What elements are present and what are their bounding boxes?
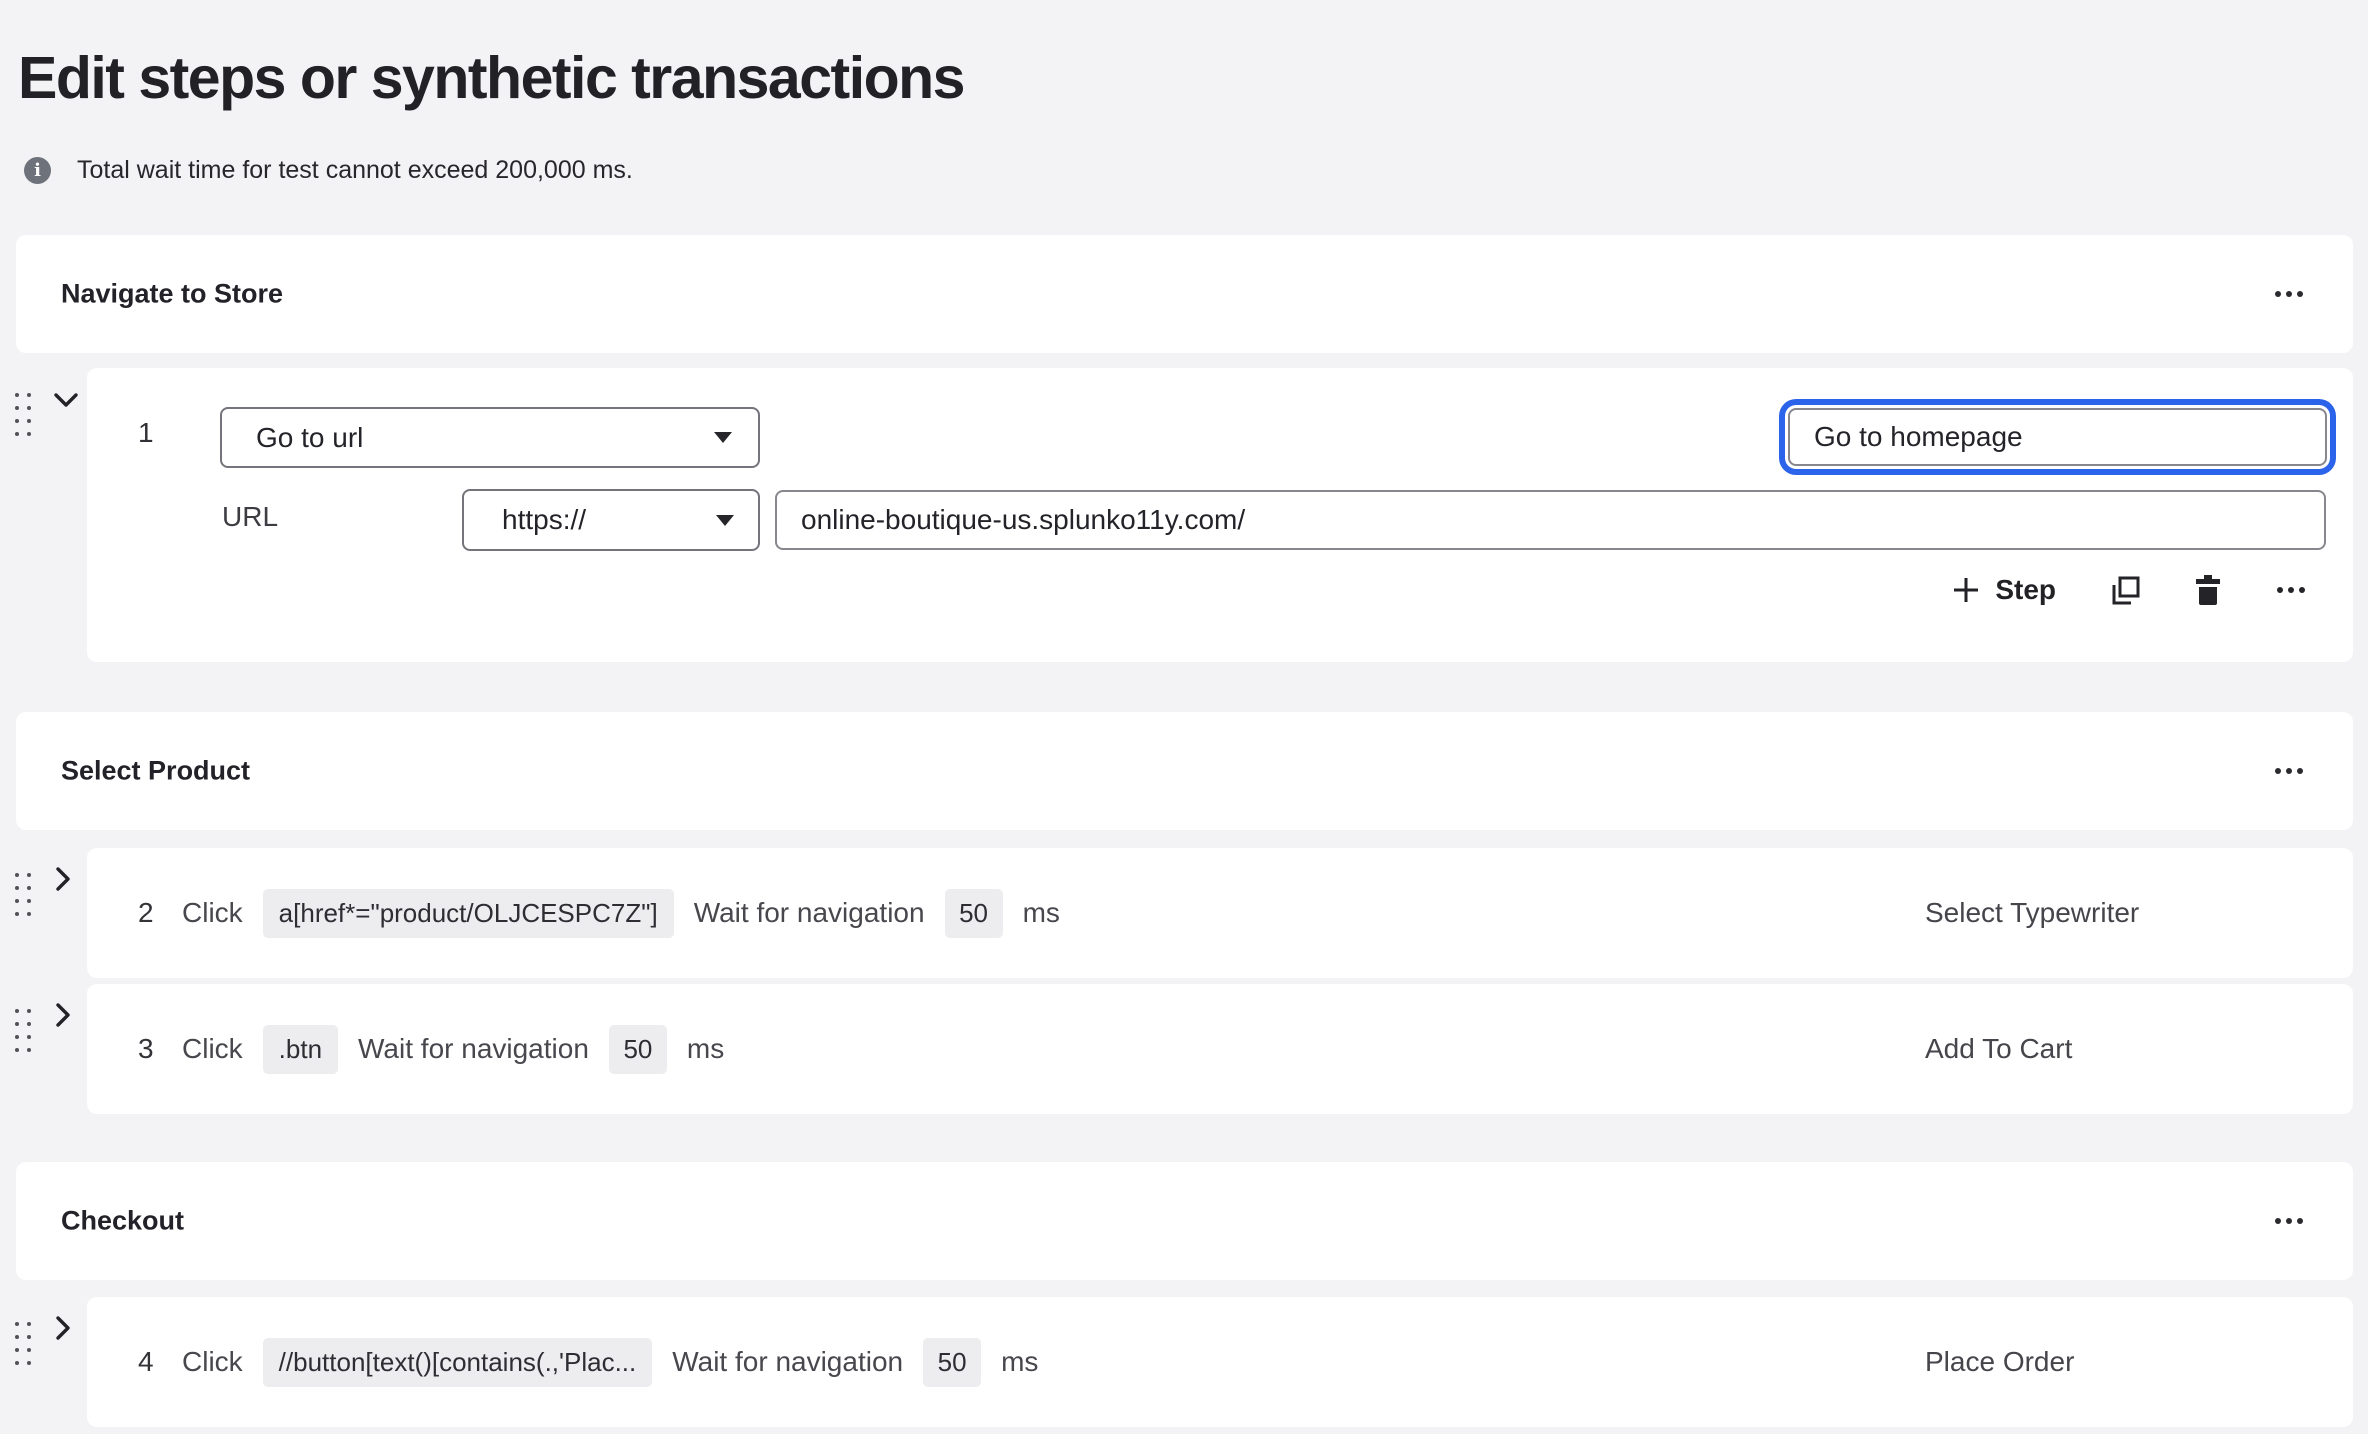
chevron-down-icon [716, 515, 734, 526]
page-title: Edit steps or synthetic transactions [18, 44, 964, 112]
wait-label: Wait for navigation [672, 1346, 903, 1378]
step-action-label: Click [182, 1033, 243, 1065]
drag-handle-icon[interactable] [15, 1322, 31, 1365]
chevron-right-icon[interactable] [53, 866, 73, 892]
info-banner: i Total wait time for test cannot exceed… [24, 156, 633, 185]
add-step-button[interactable]: Step [1951, 574, 2056, 606]
step-action-label: Click [182, 1346, 243, 1378]
section-menu-button[interactable] [2273, 762, 2305, 780]
step-menu-button[interactable] [2275, 581, 2307, 599]
step-number: 2 [138, 897, 162, 929]
wait-value-chip: 50 [945, 889, 1003, 938]
section-menu-button[interactable] [2273, 1212, 2305, 1230]
section-title: Select Product [61, 756, 250, 787]
step-number: 4 [138, 1346, 162, 1378]
drag-handle-icon[interactable] [15, 393, 31, 436]
step-card-2[interactable]: 2 Click a[href*="product/OLJCESPC7Z"] Wa… [87, 848, 2353, 978]
step-number: 3 [138, 1033, 162, 1065]
drag-handle-icon[interactable] [15, 873, 31, 916]
section-checkout: Checkout [16, 1162, 2353, 1280]
add-step-label: Step [1995, 574, 2056, 606]
info-icon: i [24, 157, 51, 184]
action-select-value: Go to url [256, 422, 363, 454]
plus-icon [1951, 575, 1981, 605]
step-card-1: 1 Go to url URL https:// Step [87, 368, 2353, 662]
wait-value-chip: 50 [609, 1025, 667, 1074]
wait-unit-label: ms [1001, 1346, 1038, 1378]
wait-value-chip: 50 [923, 1338, 981, 1387]
url-input[interactable] [775, 490, 2326, 550]
chevron-right-icon[interactable] [53, 1315, 73, 1341]
step-card-4[interactable]: 4 Click //button[text()[contains(.,'Plac… [87, 1297, 2353, 1427]
step-name-label: Add To Cart [1925, 1033, 2072, 1065]
action-select[interactable]: Go to url [220, 407, 760, 468]
step-action-label: Click [182, 897, 243, 929]
step-name-label: Place Order [1925, 1346, 2074, 1378]
drag-handle-icon[interactable] [15, 1009, 31, 1052]
step-name-input[interactable] [1788, 408, 2327, 466]
step-name-label: Select Typewriter [1925, 897, 2139, 929]
duplicate-step-button[interactable] [2110, 575, 2141, 606]
step-card-3[interactable]: 3 Click .btn Wait for navigation 50 ms A… [87, 984, 2353, 1114]
step-gutter [15, 1002, 77, 1052]
protocol-select-value: https:// [502, 504, 586, 536]
selector-chip: //button[text()[contains(.,'Plac... [263, 1338, 653, 1387]
trash-icon [2195, 575, 2221, 606]
step-gutter [15, 391, 77, 436]
step-gutter [15, 1315, 77, 1365]
section-navigate-to-store: Navigate to Store [16, 235, 2353, 353]
selector-chip: a[href*="product/OLJCESPC7Z"] [263, 889, 674, 938]
chevron-right-icon[interactable] [53, 1002, 73, 1028]
section-title: Navigate to Store [61, 279, 283, 310]
wait-label: Wait for navigation [694, 897, 925, 929]
delete-step-button[interactable] [2195, 575, 2221, 606]
step-gutter [15, 866, 77, 916]
selector-chip: .btn [263, 1025, 338, 1074]
step-number: 1 [138, 417, 154, 449]
url-label: URL [222, 501, 278, 533]
section-select-product: Select Product [16, 712, 2353, 830]
chevron-down-icon [714, 432, 732, 443]
chevron-down-icon[interactable] [53, 391, 79, 411]
section-title: Checkout [61, 1206, 184, 1237]
section-menu-button[interactable] [2273, 285, 2305, 303]
wait-unit-label: ms [687, 1033, 724, 1065]
info-text: Total wait time for test cannot exceed 2… [77, 156, 633, 185]
wait-unit-label: ms [1023, 897, 1060, 929]
wait-label: Wait for navigation [358, 1033, 589, 1065]
protocol-select[interactable]: https:// [462, 489, 760, 551]
copy-icon [2110, 575, 2141, 606]
step-actions: Step [1951, 574, 2307, 606]
